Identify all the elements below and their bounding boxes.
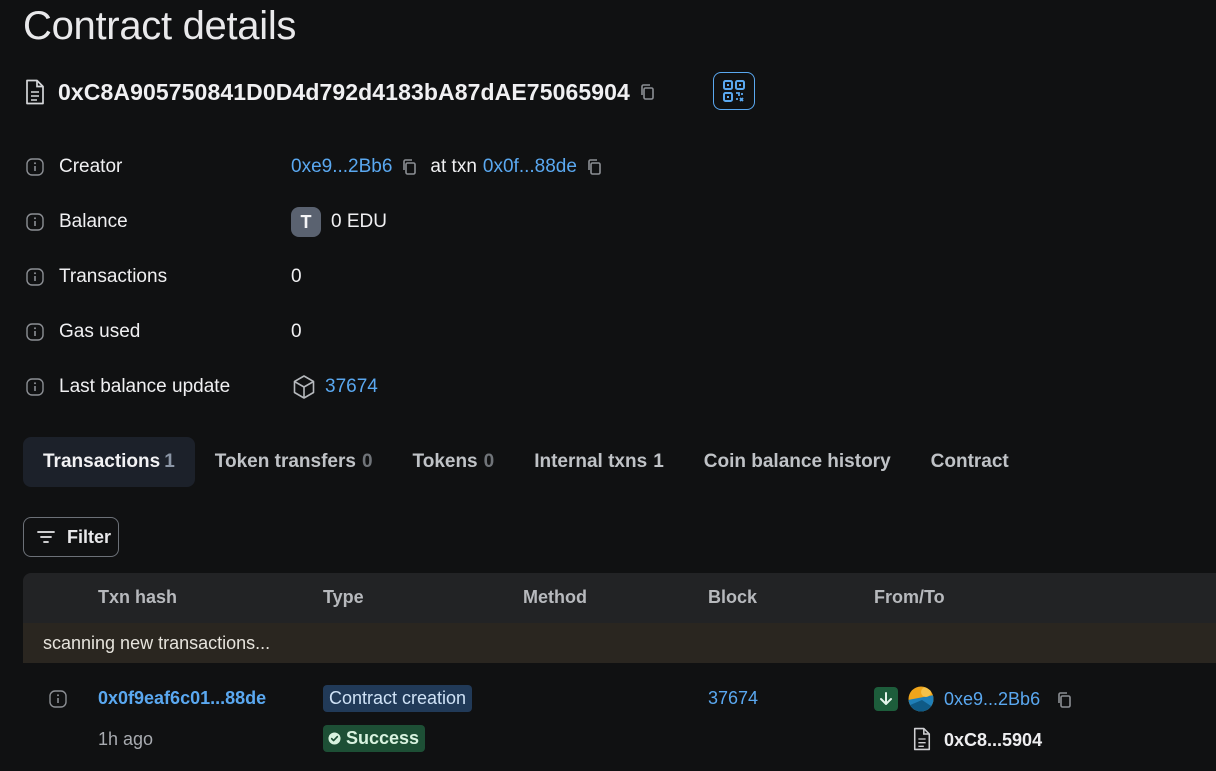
info-icon[interactable] (26, 158, 44, 176)
col-type: Type (323, 587, 364, 607)
qr-code-icon (722, 79, 746, 103)
from-avatar-icon (908, 686, 934, 712)
col-method: Method (523, 587, 587, 607)
info-icon[interactable] (26, 213, 44, 231)
transactions-label: Transactions (59, 266, 168, 287)
copy-creator-icon[interactable] (400, 158, 418, 176)
table-row: 0x0f9eaf6c01...88de 1h ago Contract crea… (23, 663, 1216, 771)
col-block: Block (708, 587, 758, 607)
gas-used-value: 0 (291, 321, 302, 342)
creator-label: Creator (59, 156, 123, 177)
txn-age: 1h ago (98, 729, 154, 749)
balance-label: Balance (59, 211, 128, 232)
token-avatar-icon: T (291, 207, 321, 237)
tab-transactions[interactable]: Transactions 1 (23, 437, 195, 487)
block-cube-icon (291, 374, 317, 400)
last-update-block-link[interactable]: 37674 (325, 376, 378, 398)
to-address[interactable]: 0xC8...5904 (944, 730, 1042, 751)
txn-hash-link[interactable]: 0x0f9eaf6c01...88de (98, 688, 266, 709)
page-title: Contract details (23, 4, 297, 48)
transactions-table-header: Txn hash Type Method Block From/To (23, 573, 1216, 623)
tab-label: Tokens (412, 451, 478, 472)
transactions-label-group: Transactions (26, 266, 291, 288)
copy-address-icon[interactable] (638, 83, 656, 101)
detail-transactions: Transactions 0 (26, 264, 302, 290)
filter-button[interactable]: Filter (23, 517, 119, 557)
contract-file-icon (24, 79, 46, 105)
balance-label-group: Balance (26, 211, 291, 233)
tab-label: Coin balance history (703, 451, 891, 472)
scanning-text: scanning new transactions... (43, 633, 271, 653)
check-circle-icon (328, 732, 341, 745)
tab-bar: Transactions 1 Token transfers 0 Tokens 0 I… (23, 437, 1029, 487)
tab-token-transfers[interactable]: Token transfers 0 (195, 437, 393, 487)
gas-used-label-group: Gas used (26, 321, 291, 343)
contract-address: 0xC8A905750841D0D4d792d4183bA87dAE750659… (58, 78, 630, 105)
creation-txn-link[interactable]: 0x0f...88de (483, 156, 577, 178)
scanning-notice: scanning new transactions... (23, 623, 1216, 663)
filter-label: Filter (67, 526, 112, 547)
col-txn-hash: Txn hash (98, 587, 178, 607)
info-icon[interactable] (26, 323, 44, 341)
info-icon[interactable] (26, 268, 44, 286)
info-icon[interactable] (49, 690, 67, 708)
tab-count: 0 (483, 451, 495, 472)
at-txn-text: at txn (430, 156, 477, 177)
tab-label: Contract (930, 451, 1009, 472)
last-balance-update-label: Last balance update (59, 376, 231, 397)
info-icon[interactable] (26, 378, 44, 396)
type-badge: Contract creation (323, 685, 473, 712)
tab-count: 1 (164, 451, 175, 472)
balance-value: 0 EDU (331, 211, 387, 232)
tab-label: Transactions (43, 451, 161, 472)
tab-internal-txns[interactable]: Internal txns 1 (514, 437, 684, 487)
last-balance-update-label-group: Last balance update (26, 376, 291, 398)
tab-contract[interactable]: Contract (911, 437, 1029, 487)
tab-count: 1 (653, 451, 664, 472)
qr-code-button[interactable] (713, 72, 755, 110)
copy-txn-icon[interactable] (585, 158, 603, 176)
incoming-arrow-icon (874, 687, 898, 711)
tab-label: Internal txns (534, 451, 648, 472)
creator-address-link[interactable]: 0xe9...2Bb6 (291, 156, 392, 178)
tab-label: Token transfers (214, 451, 356, 472)
status-label: Success (346, 728, 420, 748)
from-address-link[interactable]: 0xe9...2Bb6 (944, 689, 1040, 710)
detail-creator: Creator 0xe9...2Bb6 at txn 0x0f...88de (26, 154, 603, 180)
copy-from-icon[interactable] (1055, 691, 1073, 709)
detail-gas-used: Gas used 0 (26, 319, 302, 345)
filter-icon (36, 529, 56, 545)
contract-file-icon (912, 727, 932, 751)
detail-last-balance-update: Last balance update 37674 (26, 374, 378, 400)
detail-balance: Balance T 0 EDU (26, 207, 387, 237)
col-from-to: From/To (874, 587, 945, 607)
tab-tokens[interactable]: Tokens 0 (393, 437, 515, 487)
creator-label-group: Creator (26, 156, 291, 178)
status-badge: Success (323, 725, 426, 752)
gas-used-label: Gas used (59, 321, 141, 342)
contract-address-row: 0xC8A905750841D0D4d792d4183bA87dAE750659… (24, 74, 656, 110)
transactions-value: 0 (291, 266, 302, 287)
block-link[interactable]: 37674 (708, 688, 758, 709)
tab-count: 0 (361, 451, 373, 472)
tab-coin-balance-history[interactable]: Coin balance history (684, 437, 911, 487)
